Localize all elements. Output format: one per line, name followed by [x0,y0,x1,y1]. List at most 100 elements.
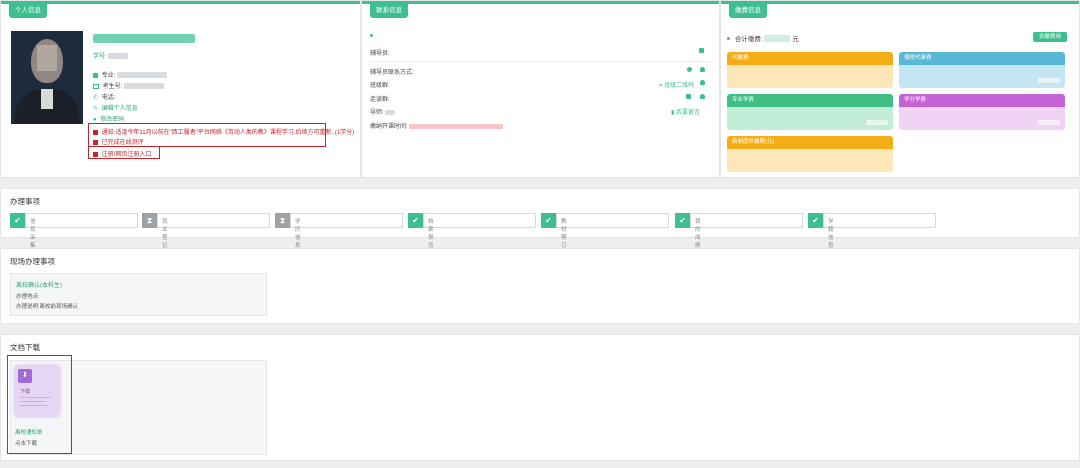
total-row: 合计缴费: 元 [727,33,799,43]
fee-tile-title: 代缴费 [727,52,893,65]
check-icon: ✔ [408,213,423,228]
exam-check-row[interactable]: 已完成在线测评 [93,137,144,146]
book-icon [93,73,98,78]
warning-icon [93,130,98,135]
start-time-label: 缴纳开课时间: [370,124,408,130]
edit-icon[interactable] [686,94,691,99]
panel-accent-bar [721,1,1079,4]
major-redacted [117,72,168,78]
edit-icon[interactable] [699,48,704,53]
panel-accent-bar [362,1,719,4]
class-group-row: 走读群: [370,94,390,103]
personal-info-header: 个人信息 [9,4,47,18]
fee-tile-title: 报校代录费 [899,52,1065,65]
documents-title: 文档下载 [10,343,40,352]
panel-accent-bar [1,1,360,4]
phone-icon: ✆ [93,95,99,101]
divider [370,61,711,62]
check-icon: ✔ [808,213,823,228]
id-redacted [124,83,165,89]
mentor-row: 导师: [370,107,396,116]
student-no-label: 学号: [93,54,107,60]
payment-panel: 缴费信息 合计缴费: 元 去缴费用 代缴费 报校代录费 专业学费 学分学费 新制… [720,0,1080,178]
edit-profile-link[interactable]: 编辑个人信息 [102,106,138,112]
mentor-redacted [385,110,396,115]
counselor-contact-row: 辅导员联系方式: [370,67,414,76]
pencil-icon: ✎ [93,106,99,112]
fee-tile-title: 专业学费 [727,94,893,107]
total-label: 合计缴费: [734,36,763,43]
document-name[interactable]: 离校通知单 [15,428,43,436]
status-dot [370,34,373,37]
download-icon: ⬇ [22,372,28,379]
check-icon: ✔ [10,213,25,228]
notice-row[interactable]: 通知:适逢今年11月以前在"西工醫者"平台网络《劳动人类的教》课程学习,后续方可… [93,127,354,136]
person-icon[interactable] [700,94,705,99]
hourglass-icon: ⧗ [142,213,157,228]
fee-tile-title: 学分学费 [899,94,1065,107]
check-icon: ✔ [675,213,690,228]
task-label: 信息采集 [30,219,36,249]
class-group-label: 走读群: [370,97,390,103]
check-square-icon [93,140,98,145]
contact-info-panel: 联系信息 辅导员: 辅导员联系方式: 班级群: ⌗ 班级二维码 走读群: 导师:… [361,0,720,178]
notice-text[interactable]: 通知:适逢今年11月以前在"西工醫者"平台网络《劳动人类的教》课程学习,后续方可… [102,130,355,136]
document-card[interactable]: ⬇ 下载 [15,366,59,418]
fee-tile-supplement[interactable]: 新制度补缴费(元) [727,136,893,172]
counselor-row: 辅导员: [370,48,390,57]
id-card-icon [93,84,99,89]
major-row: 专业: [93,70,168,79]
onsite-item-note: 办理说明:离校前现场确认 [16,304,79,310]
task-label: 就业登记 [162,219,168,249]
wechat-icon[interactable] [687,67,692,72]
leave-message[interactable]: ▮ 我要留言 [671,107,700,116]
contact-info-header: 联系信息 [370,4,408,18]
task-label: 学籍信息 [828,219,834,249]
hourglass-icon: ⧗ [275,213,290,228]
counselor-label: 辅导员: [370,51,390,57]
manager-row: 班级群: [370,80,390,89]
document-download-action[interactable]: 点击下载 [15,439,37,447]
person-icon[interactable] [700,67,705,72]
start-time-row: 缴纳开课时间: [370,121,504,130]
onsite-item-location: 办理地点: [16,294,40,300]
manager-qrcode-label[interactable]: 班级二维码 [664,83,694,89]
onsite-item-title[interactable]: 离校确认(本科生) [16,280,62,289]
register-row[interactable]: 注册/网页注册入口 [93,149,151,158]
fee-tile-agency[interactable]: 代缴费 [727,52,893,88]
mentor-label: 导师: [370,110,384,116]
onsite-card[interactable]: 离校确认(本科生) 办理地点: 办理说明:离校前现场确认 [10,273,267,316]
person-icon[interactable] [700,80,705,85]
document-label: 下载 [20,389,31,395]
phone-row: ✆ 电话: [93,92,115,101]
total-unit: 元 [792,36,799,43]
fee-tile-tuition[interactable]: 专业学费 [727,94,893,130]
fee-tile-credit[interactable]: 学分学费 [899,94,1065,130]
check-icon: ✔ [541,213,556,228]
qrcode-icon: ⌗ [659,83,663,89]
edit-profile-row[interactable]: ✎ 编辑个人信息 [93,103,138,112]
fee-tile-school-entry[interactable]: 报校代录费 [899,52,1065,88]
student-no-redacted [108,53,129,59]
task-label: 档案预览 [428,219,434,249]
register-link[interactable]: 注册/网页注册入口 [102,152,152,158]
payment-header: 缴费信息 [729,4,767,18]
message-icon: ▮ [671,110,675,116]
task-label: 学历信息 [295,219,301,249]
counselor-contact-label: 辅导员联系方式: [370,70,414,76]
change-password-row[interactable]: ● 修改密码 [93,114,124,123]
onsite-title: 现场办理事项 [10,257,55,266]
status-dot [727,37,730,40]
manager-qrcode[interactable]: ⌗ 班级二维码 [659,80,694,90]
pay-button[interactable]: 去缴费用 [1033,32,1067,42]
phone-label: 电话: [101,95,116,101]
student-no-row: 学号: [93,51,129,60]
id-label: 考生号: [102,84,123,90]
start-time-redacted [409,124,504,129]
task-label: 教材预订 [561,219,567,249]
student-name-redacted [93,34,195,43]
total-amount-redacted [764,35,791,42]
task-label: 我的成绩 [695,219,701,249]
leave-message-link[interactable]: 我要留言 [676,110,700,116]
tasks-title: 办理事项 [10,197,40,206]
